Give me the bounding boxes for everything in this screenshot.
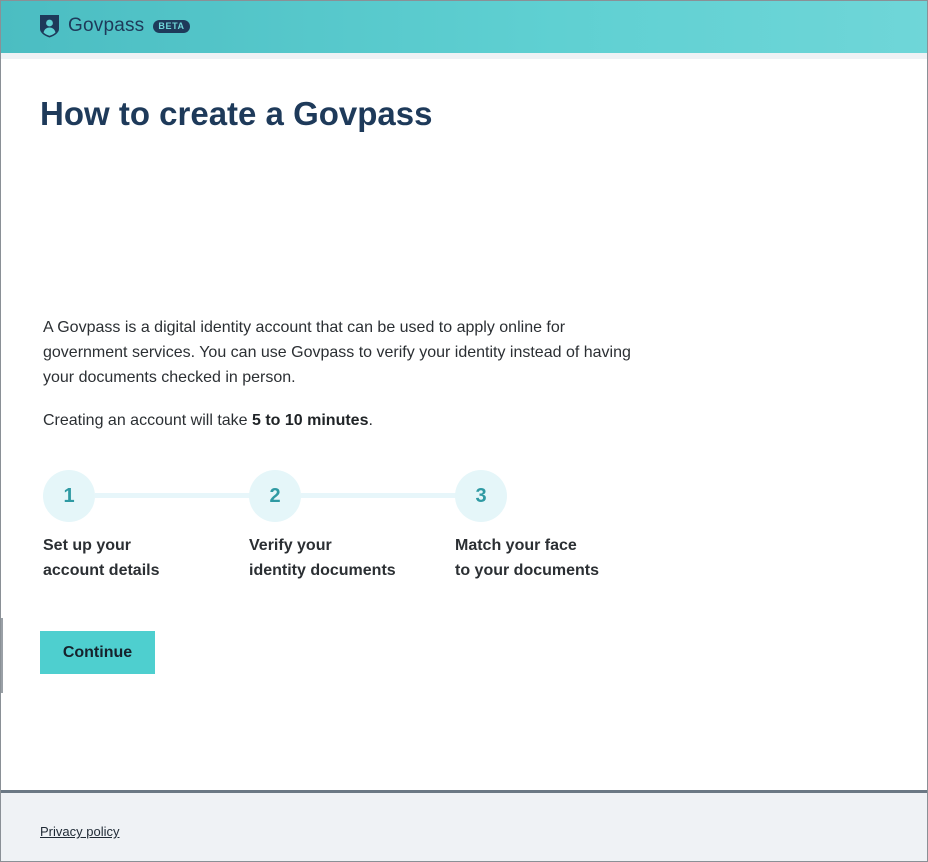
- step-label-line: account details: [43, 562, 160, 579]
- page-title: How to create a Govpass: [40, 95, 433, 132]
- shield-person-icon: [40, 15, 59, 38]
- step-label-line: Verify your: [249, 537, 332, 554]
- duration-suffix: .: [368, 412, 373, 429]
- duration-prefix: Creating an account will take: [43, 412, 252, 429]
- step-label: Verify your identity documents: [249, 533, 396, 583]
- site-footer: Privacy policy: [1, 790, 927, 861]
- step-indicator: 1 Set up your account details 2 Verify y…: [43, 470, 643, 590]
- step-label-line: to your documents: [455, 562, 600, 579]
- step-number-circle: 2: [249, 470, 301, 522]
- step-number-circle: 3: [455, 470, 507, 522]
- continue-button[interactable]: Continue: [40, 631, 155, 674]
- step-label: Match your face to your documents: [455, 533, 599, 583]
- step-number-circle: 1: [43, 470, 95, 522]
- scroll-edge-indicator: [1, 618, 3, 693]
- step-3: 3 Match your face to your documents: [455, 470, 599, 583]
- brand-name: Govpass: [68, 15, 145, 36]
- privacy-policy-link[interactable]: Privacy policy: [40, 824, 119, 839]
- intro-paragraph: A Govpass is a digital identity account …: [43, 319, 631, 386]
- step-2: 2 Verify your identity documents: [249, 470, 396, 583]
- step-label-line: Set up your: [43, 537, 132, 554]
- duration-value: 5 to 10 minutes: [252, 412, 369, 429]
- step-label-line: identity documents: [249, 562, 396, 579]
- header-divider: [1, 53, 927, 59]
- step-1: 1 Set up your account details: [43, 470, 159, 583]
- site-header: Govpass BETA: [1, 1, 927, 53]
- browser-frame: Govpass BETA How to create a Govpass A G…: [0, 0, 928, 862]
- beta-badge: BETA: [153, 19, 190, 33]
- duration-text: Creating an account will take 5 to 10 mi…: [43, 408, 373, 433]
- brand-logo-link[interactable]: Govpass BETA: [39, 12, 190, 40]
- step-label: Set up your account details: [43, 533, 159, 583]
- step-label-line: Match your face: [455, 537, 577, 554]
